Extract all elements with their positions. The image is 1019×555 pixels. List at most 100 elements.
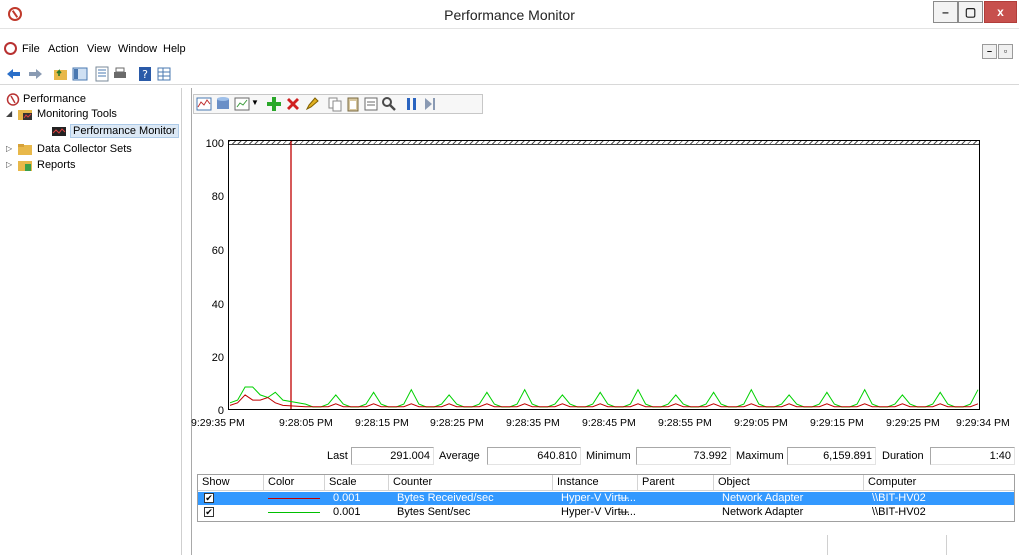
average-label: Average bbox=[439, 450, 480, 462]
view-log-data-icon[interactable] bbox=[215, 96, 231, 112]
zoom-icon[interactable] bbox=[381, 96, 397, 112]
line-graph[interactable] bbox=[228, 140, 980, 410]
up-folder-icon[interactable] bbox=[53, 66, 69, 82]
tree-label: Performance Monitor bbox=[70, 124, 179, 138]
scale-cell: 0.001 bbox=[333, 506, 361, 518]
system-menu-icon[interactable] bbox=[4, 42, 17, 55]
dropdown-arrow-icon[interactable]: ▼ bbox=[251, 98, 259, 107]
show-hide-tree-icon[interactable] bbox=[72, 66, 88, 82]
x-tick-label: 9:28:35 PM bbox=[506, 417, 560, 429]
object-cell: Network Adapter bbox=[722, 492, 804, 504]
status-divider bbox=[946, 535, 947, 555]
table-row[interactable]: ✔ 0.001 Bytes Sent/sec Hyper-V Virtu... … bbox=[198, 506, 1014, 519]
export-list-icon[interactable] bbox=[94, 66, 110, 82]
navigation-tree: Performance ◢ Monitoring Tools Performan… bbox=[0, 88, 182, 555]
last-value: 291.004 bbox=[351, 447, 434, 465]
forward-arrow-icon[interactable] bbox=[27, 66, 43, 82]
minimize-button[interactable]: – bbox=[933, 1, 958, 23]
column-instance[interactable]: Instance bbox=[553, 475, 638, 491]
main-toolbar: ? bbox=[0, 63, 1019, 85]
svg-text:?: ? bbox=[142, 68, 148, 81]
copy-properties-icon[interactable] bbox=[327, 96, 343, 112]
x-tick-label: 9:29:05 PM bbox=[734, 417, 788, 429]
paste-counter-list-icon[interactable] bbox=[345, 96, 361, 112]
x-tick-label: 9:28:15 PM bbox=[355, 417, 409, 429]
help-icon[interactable]: ? bbox=[137, 66, 153, 82]
folder-chart-icon bbox=[18, 110, 32, 120]
menu-action[interactable]: Action bbox=[48, 43, 79, 55]
table-header: Show Color Scale Counter Instance Parent… bbox=[198, 475, 1014, 491]
table-row[interactable]: ✔ 0.001 Bytes Received/sec Hyper-V Virtu… bbox=[198, 492, 1014, 505]
delete-counter-icon[interactable] bbox=[285, 96, 301, 112]
collapsed-triangle-icon[interactable]: ▷ bbox=[6, 161, 14, 169]
show-checkbox[interactable]: ✔ bbox=[204, 493, 214, 503]
x-tick-label: 9:29:35 PM bbox=[191, 417, 245, 429]
column-show[interactable]: Show bbox=[198, 475, 264, 491]
parent-cell: --- bbox=[618, 492, 629, 504]
freeze-display-icon[interactable] bbox=[404, 96, 420, 112]
counter-cell: Bytes Sent/sec bbox=[397, 506, 471, 518]
back-arrow-icon[interactable] bbox=[6, 66, 22, 82]
tree-item-data-collector-sets[interactable]: ▷ Data Collector Sets bbox=[4, 142, 174, 158]
minimum-value: 73.992 bbox=[636, 447, 731, 465]
menu-window[interactable]: Window bbox=[118, 43, 157, 55]
series-line-bytes-received[interactable] bbox=[229, 394, 979, 408]
window-title: Performance Monitor bbox=[444, 7, 575, 23]
series-color-swatch[interactable] bbox=[268, 512, 320, 513]
update-data-icon[interactable] bbox=[422, 96, 438, 112]
y-tick-label: 0 bbox=[217, 405, 224, 417]
view-current-activity-icon[interactable] bbox=[196, 96, 212, 112]
expanded-triangle-icon[interactable]: ◢ bbox=[6, 110, 14, 118]
x-tick-label: 9:29:25 PM bbox=[886, 417, 940, 429]
folder-icon bbox=[18, 144, 32, 155]
tree-label: Reports bbox=[37, 159, 76, 171]
mdi-minimize-button[interactable]: – bbox=[982, 44, 997, 59]
y-tick-label: 80 bbox=[211, 191, 224, 203]
properties-grid-icon[interactable] bbox=[156, 66, 172, 82]
y-tick-label: 60 bbox=[211, 245, 224, 257]
close-button[interactable]: x bbox=[984, 1, 1017, 23]
show-checkbox[interactable]: ✔ bbox=[204, 507, 214, 517]
menu-file[interactable]: File bbox=[22, 43, 40, 55]
tree-item-monitoring-tools[interactable]: ◢ Monitoring Tools bbox=[4, 107, 174, 123]
add-counter-icon[interactable] bbox=[266, 96, 282, 112]
column-computer[interactable]: Computer bbox=[864, 475, 1014, 491]
highlight-icon[interactable] bbox=[304, 96, 320, 112]
menu-help[interactable]: Help bbox=[163, 43, 186, 55]
y-tick-label: 100 bbox=[205, 138, 224, 150]
properties-icon[interactable] bbox=[363, 96, 379, 112]
print-icon[interactable] bbox=[112, 66, 128, 82]
x-tick-label: 9:28:45 PM bbox=[582, 417, 636, 429]
x-tick-label: 9:29:15 PM bbox=[810, 417, 864, 429]
status-bar bbox=[0, 535, 1019, 555]
series-color-swatch[interactable] bbox=[268, 498, 320, 499]
menu-view[interactable]: View bbox=[87, 43, 111, 55]
column-scale[interactable]: Scale bbox=[325, 475, 389, 491]
y-tick-label: 20 bbox=[211, 352, 224, 364]
tree-label: Data Collector Sets bbox=[37, 143, 132, 155]
column-counter[interactable]: Counter bbox=[389, 475, 553, 491]
perfmon-icon bbox=[6, 93, 20, 106]
minimum-label: Minimum bbox=[586, 450, 631, 462]
duration-label: Duration bbox=[882, 450, 924, 462]
report-folder-icon bbox=[18, 161, 32, 171]
column-parent[interactable]: Parent bbox=[638, 475, 714, 491]
x-tick-label: 9:28:55 PM bbox=[658, 417, 712, 429]
x-tick-label: 9:29:34 PM bbox=[956, 417, 1010, 429]
mdi-restore-button[interactable]: ▫ bbox=[998, 44, 1013, 59]
graph-toolbar: ▼ bbox=[193, 94, 483, 114]
title-bar: Performance Monitor – ▢ x bbox=[0, 0, 1019, 29]
scale-cell: 0.001 bbox=[333, 492, 361, 504]
tree-item-performance[interactable]: Performance bbox=[4, 92, 174, 108]
column-object[interactable]: Object bbox=[714, 475, 864, 491]
collapsed-triangle-icon[interactable]: ▷ bbox=[6, 145, 14, 153]
mdi-window-controls: – ▫ bbox=[982, 44, 1019, 60]
computer-cell: \\BIT-HV02 bbox=[872, 506, 926, 518]
maximize-button[interactable]: ▢ bbox=[958, 1, 983, 23]
duration-value: 1:40 bbox=[930, 447, 1015, 465]
tree-item-performance-monitor[interactable]: Performance Monitor bbox=[50, 124, 179, 140]
tree-item-reports[interactable]: ▷ Reports bbox=[4, 158, 174, 174]
tree-label: Monitoring Tools bbox=[37, 108, 117, 120]
column-color[interactable]: Color bbox=[264, 475, 325, 491]
change-graph-type-icon[interactable] bbox=[234, 96, 250, 112]
